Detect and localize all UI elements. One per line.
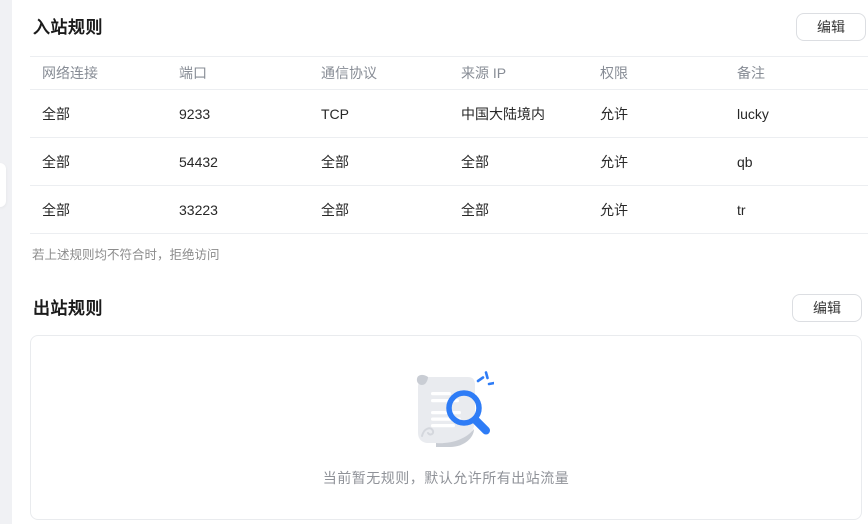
table-row: 全部 9233 TCP 中国大陆境内 允许 lucky bbox=[30, 90, 868, 138]
col-header-remark: 备注 bbox=[737, 65, 765, 81]
outbound-edit-button[interactable]: 编辑 bbox=[792, 294, 862, 322]
cell-remark: lucky bbox=[737, 105, 769, 122]
firewall-rules-page: 入站规则 编辑 网络连接 端口 通信协议 来源 IP 权限 备注 全部 9233… bbox=[0, 0, 868, 524]
cell-permission: 允许 bbox=[600, 201, 628, 218]
col-header-protocol: 通信协议 bbox=[321, 65, 377, 81]
drawer-handle[interactable] bbox=[0, 163, 6, 207]
col-header-network: 网络连接 bbox=[42, 65, 98, 81]
outbound-empty-state: 当前暂无规则，默认允许所有出站流量 bbox=[30, 335, 862, 520]
cell-port: 9233 bbox=[179, 105, 211, 122]
table-row: 全部 33223 全部 全部 允许 tr bbox=[30, 186, 868, 234]
inbound-rules-table: 网络连接 端口 通信协议 来源 IP 权限 备注 全部 9233 TCP 中国大… bbox=[30, 56, 868, 234]
col-header-permission: 权限 bbox=[600, 65, 628, 81]
left-panel-edge bbox=[0, 0, 12, 524]
cell-remark: tr bbox=[737, 201, 746, 218]
cell-port: 54432 bbox=[179, 153, 218, 170]
outbound-empty-text: 当前暂无规则，默认允许所有出站流量 bbox=[322, 469, 570, 486]
cell-network: 全部 bbox=[42, 201, 70, 218]
cell-port: 33223 bbox=[179, 201, 218, 218]
table-header-row: 网络连接 端口 通信协议 来源 IP 权限 备注 bbox=[30, 57, 868, 90]
inbound-title: 入站规则 bbox=[33, 17, 103, 37]
outbound-section-header: 出站规则 编辑 bbox=[12, 264, 868, 322]
cell-protocol: 全部 bbox=[321, 201, 349, 218]
cell-permission: 允许 bbox=[600, 153, 628, 170]
inbound-edit-button[interactable]: 编辑 bbox=[796, 13, 866, 41]
cell-permission: 允许 bbox=[600, 105, 628, 122]
cell-protocol: TCP bbox=[321, 105, 349, 122]
cell-network: 全部 bbox=[42, 105, 70, 122]
inbound-fallback-note: 若上述规则均不符合时，拒绝访问 bbox=[32, 248, 220, 262]
cell-source-ip: 全部 bbox=[461, 153, 489, 170]
outbound-title: 出站规则 bbox=[33, 298, 103, 318]
col-header-port: 端口 bbox=[179, 65, 207, 81]
cell-network: 全部 bbox=[42, 153, 70, 170]
document-search-icon bbox=[416, 370, 494, 447]
cell-protocol: 全部 bbox=[321, 153, 349, 170]
col-header-source-ip: 来源 IP bbox=[461, 65, 507, 81]
cell-source-ip: 中国大陆境内 bbox=[461, 105, 545, 122]
inbound-section-header: 入站规则 编辑 bbox=[12, 0, 868, 41]
cell-remark: qb bbox=[737, 153, 753, 170]
table-row: 全部 54432 全部 全部 允许 qb bbox=[30, 138, 868, 186]
cell-source-ip: 全部 bbox=[461, 201, 489, 218]
main-content: 入站规则 编辑 网络连接 端口 通信协议 来源 IP 权限 备注 全部 9233… bbox=[12, 0, 868, 524]
